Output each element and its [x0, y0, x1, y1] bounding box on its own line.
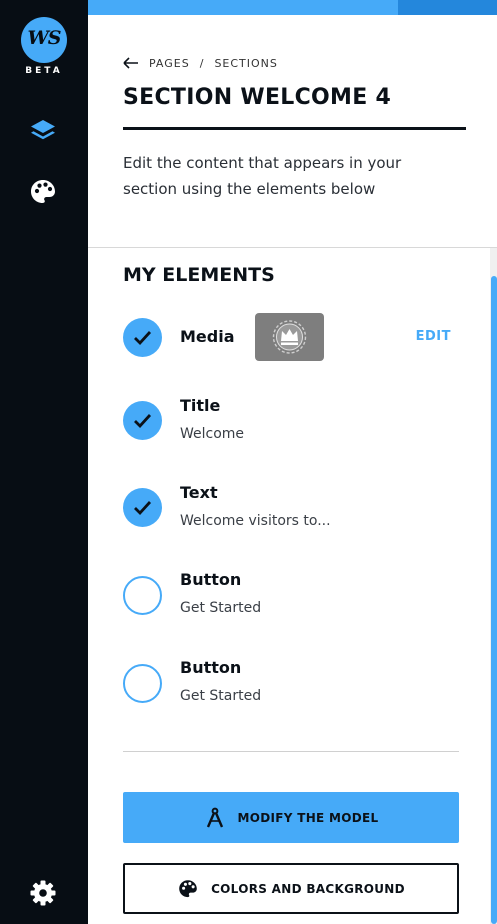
breadcrumb: PAGES / SECTIONS — [123, 55, 278, 71]
logo-text: WS — [27, 27, 61, 49]
element-subtitle: Get Started — [180, 688, 262, 704]
check-icon — [134, 331, 152, 346]
element-name: Text — [180, 483, 218, 502]
colors-background-button[interactable]: COLORS AND BACKGROUND — [123, 863, 459, 914]
element-subtitle: Get Started — [180, 600, 262, 616]
crown-badge-icon — [272, 320, 307, 354]
modify-model-button[interactable]: MODIFY THE MODEL — [123, 792, 459, 843]
main-panel: PAGES / SECTIONS SECTION WELCOME 4 Edit … — [88, 0, 497, 924]
palette-icon — [179, 879, 197, 897]
compass-icon — [206, 807, 223, 827]
arrow-left-icon[interactable] — [123, 57, 139, 69]
element-subtitle: Welcome — [180, 426, 245, 442]
element-row-text[interactable]: Text Welcome visitors to... — [123, 483, 463, 533]
beta-label: BETA — [25, 66, 63, 76]
element-row-media[interactable]: Media EDIT — [123, 313, 463, 363]
colors-background-label: COLORS AND BACKGROUND — [211, 881, 405, 896]
page-description: Edit the content that appears in your se… — [123, 154, 402, 198]
title-underline — [123, 127, 466, 130]
breadcrumb-sections[interactable]: SECTIONS — [214, 57, 277, 70]
checkbox-unchecked[interactable] — [123, 576, 162, 615]
palette-icon[interactable] — [28, 177, 58, 207]
element-row-button[interactable]: Button Get Started — [123, 570, 463, 620]
element-name: Title — [180, 396, 221, 415]
page-title: SECTION WELCOME 4 — [123, 85, 392, 110]
check-icon — [134, 501, 152, 516]
scrollbar-thumb[interactable] — [491, 276, 497, 924]
checkbox-checked[interactable] — [123, 318, 162, 357]
layers-icon[interactable] — [28, 116, 58, 146]
element-subtitle: Welcome visitors to... — [180, 513, 331, 529]
breadcrumb-separator: / — [199, 56, 205, 70]
element-name: Button — [180, 658, 242, 677]
sidebar: WS BETA — [0, 0, 88, 924]
divider — [123, 751, 459, 752]
elements-heading: MY ELEMENTS — [123, 264, 275, 286]
media-thumbnail[interactable] — [255, 313, 324, 361]
modify-model-label: MODIFY THE MODEL — [237, 810, 379, 825]
divider — [88, 247, 497, 248]
element-row-title[interactable]: Title Welcome — [123, 396, 463, 446]
check-icon — [134, 414, 152, 429]
checkbox-checked[interactable] — [123, 488, 162, 527]
top-progress-bar-end — [398, 0, 497, 15]
app-logo[interactable]: WS — [21, 17, 67, 63]
element-row-button[interactable]: Button Get Started — [123, 658, 463, 708]
element-name: Button — [180, 570, 242, 589]
breadcrumb-pages[interactable]: PAGES — [149, 57, 190, 70]
element-name: Media — [180, 327, 235, 346]
gear-icon[interactable] — [28, 878, 58, 908]
checkbox-unchecked[interactable] — [123, 664, 162, 703]
checkbox-checked[interactable] — [123, 401, 162, 440]
edit-media-link[interactable]: EDIT — [416, 329, 451, 344]
